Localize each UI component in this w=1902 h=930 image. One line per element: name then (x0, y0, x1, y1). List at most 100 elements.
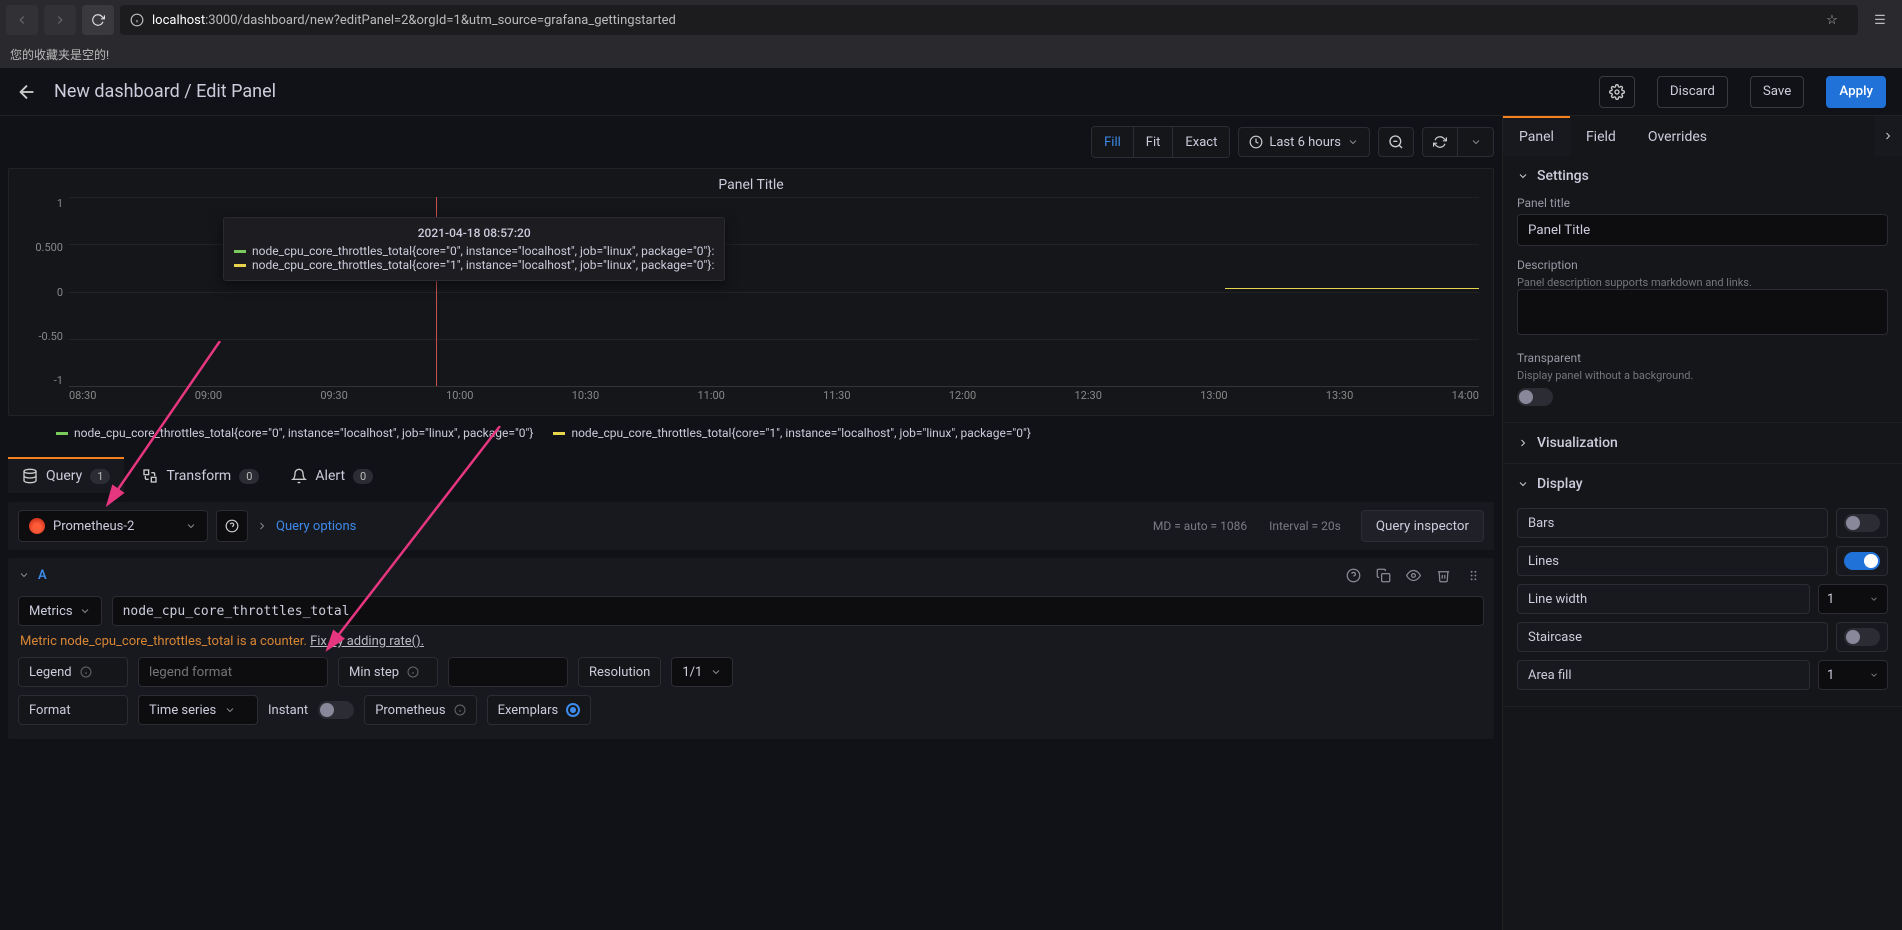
chevron-down-icon (224, 704, 236, 716)
chevron-down-icon (1347, 136, 1359, 148)
legend-item[interactable]: node_cpu_core_throttles_total{core="0", … (56, 426, 533, 440)
duplicate-query-icon[interactable] (1372, 564, 1394, 586)
format-label: Format (18, 695, 128, 725)
visualization-header[interactable]: Visualization (1517, 431, 1888, 455)
browser-toolbar: localhost:3000/dashboard/new?editPanel=2… (0, 0, 1902, 40)
description-label: Description (1517, 258, 1888, 272)
query-options-toggle[interactable]: Query options (276, 519, 356, 534)
browser-menu-button[interactable]: ☰ (1864, 5, 1896, 35)
staircase-label: Staircase (1517, 622, 1828, 652)
panel-title-input[interactable] (1517, 214, 1888, 246)
query-header-bar: Prometheus-2 Query options MD = auto = 1… (8, 502, 1494, 550)
format-select[interactable]: Time series (138, 695, 258, 725)
breadcrumb: New dashboard / Edit Panel (54, 81, 276, 102)
chart-area[interactable]: 1 0.500 0 -0.50 -1 08:30 09:00 (23, 197, 1479, 407)
swatch-green (56, 432, 68, 435)
transform-icon (142, 468, 158, 484)
legend-format-input[interactable] (138, 657, 328, 687)
query-row-a: A Metrics Metric node_cpu_core_throttles… (8, 558, 1494, 739)
query-letter: A (38, 568, 47, 583)
exemplars-label: Exemplars (487, 695, 592, 725)
refresh-interval-button[interactable] (1458, 127, 1494, 157)
nav-forward-button[interactable] (44, 5, 76, 35)
question-icon (225, 519, 239, 533)
linewidth-select[interactable]: 1 (1818, 584, 1888, 614)
metrics-browser-button[interactable]: Metrics (18, 596, 102, 626)
fix-rate-link[interactable]: Fix by adding rate(). (310, 634, 424, 649)
x-axis: 08:30 09:00 09:30 10:00 10:30 11:00 11:3… (69, 389, 1479, 407)
chart-legend: node_cpu_core_throttles_total{core="0", … (8, 424, 1494, 448)
bookmarks-bar: 您的收藏夹是空的! (0, 40, 1902, 68)
exemplars-radio[interactable] (566, 703, 580, 717)
tab-query[interactable]: Query 1 (8, 457, 124, 493)
tab-field[interactable]: Field (1570, 116, 1632, 156)
refresh-button[interactable] (1422, 127, 1458, 157)
resolution-select[interactable]: 1/1 (671, 657, 733, 687)
chevron-down-icon (1869, 594, 1879, 604)
apply-button[interactable]: Apply (1826, 76, 1886, 108)
transparent-toggle[interactable] (1517, 388, 1553, 406)
prometheus-label: Prometheus (364, 695, 476, 725)
chevron-down-icon (1869, 670, 1879, 680)
settings-header[interactable]: Settings (1517, 164, 1888, 188)
options-sidebar: Panel Field Overrides Settings Panel tit… (1502, 116, 1902, 930)
nav-reload-button[interactable] (82, 5, 114, 35)
datasource-name: Prometheus-2 (53, 519, 134, 534)
lines-toggle[interactable] (1844, 552, 1880, 570)
save-button[interactable]: Save (1750, 76, 1805, 108)
minstep-input[interactable] (448, 657, 568, 687)
collapse-sidebar-button[interactable] (1874, 116, 1902, 156)
time-range-label: Last 6 hours (1269, 135, 1341, 150)
back-arrow-button[interactable] (16, 81, 38, 103)
url-bar[interactable]: localhost:3000/dashboard/new?editPanel=2… (120, 5, 1858, 35)
datasource-help-button[interactable] (216, 510, 248, 542)
chevron-down-icon (79, 605, 91, 617)
info-icon (407, 666, 419, 678)
toggle-visibility-icon[interactable] (1402, 564, 1424, 586)
time-range-picker[interactable]: Last 6 hours (1238, 127, 1370, 157)
panel-settings-button[interactable] (1599, 76, 1635, 108)
areafill-label: Area fill (1517, 660, 1810, 690)
description-input[interactable] (1517, 289, 1888, 335)
discard-button[interactable]: Discard (1657, 76, 1728, 108)
view-fit-button[interactable]: Fit (1134, 127, 1174, 157)
view-fill-button[interactable]: Fill (1092, 127, 1134, 157)
resolution-label: Resolution (578, 657, 661, 687)
view-exact-button[interactable]: Exact (1173, 127, 1229, 157)
delete-query-icon[interactable] (1432, 564, 1454, 586)
query-inspector-button[interactable]: Query inspector (1361, 510, 1484, 542)
query-meta-md: MD = auto = 1086 (1153, 519, 1247, 533)
lines-label: Lines (1517, 546, 1828, 576)
linewidth-label: Line width (1517, 584, 1810, 614)
areafill-select[interactable]: 1 (1818, 660, 1888, 690)
display-header[interactable]: Display (1517, 472, 1888, 496)
url-path: :3000/dashboard/new?editPanel=2&orgId=1&… (205, 13, 676, 28)
clock-icon (1249, 135, 1263, 149)
chevron-down-icon (185, 520, 197, 532)
metric-query-input[interactable] (112, 596, 1484, 626)
tab-alert[interactable]: Alert 0 (277, 457, 387, 493)
query-count-badge: 1 (90, 469, 110, 484)
tab-overrides[interactable]: Overrides (1632, 116, 1723, 156)
visualization-group: Visualization (1503, 423, 1902, 464)
drag-handle-icon[interactable] (1462, 564, 1484, 586)
tab-panel[interactable]: Panel (1503, 116, 1570, 156)
chevron-down-icon[interactable] (18, 569, 30, 581)
panel-title-label: Panel title (1517, 196, 1888, 210)
zoom-out-button[interactable] (1378, 127, 1414, 157)
staircase-toggle[interactable] (1844, 628, 1880, 646)
bars-toggle[interactable] (1844, 514, 1880, 532)
nav-back-button[interactable] (6, 5, 38, 35)
tab-transform[interactable]: Transform 0 (128, 457, 273, 493)
query-help-icon[interactable] (1342, 564, 1364, 586)
chevron-down-icon (1517, 170, 1529, 182)
series-line-yellow (1225, 288, 1479, 289)
legend-item[interactable]: node_cpu_core_throttles_total{core="1", … (553, 426, 1030, 440)
instant-toggle[interactable] (318, 701, 354, 719)
alert-count-badge: 0 (353, 469, 373, 484)
bookmark-star-icon[interactable]: ☆ (1816, 5, 1848, 35)
chart-toolbar: Fill Fit Exact Last 6 hours (8, 124, 1494, 160)
swatch-yellow (234, 264, 246, 267)
bell-icon (291, 468, 307, 484)
datasource-picker[interactable]: Prometheus-2 (18, 510, 208, 542)
